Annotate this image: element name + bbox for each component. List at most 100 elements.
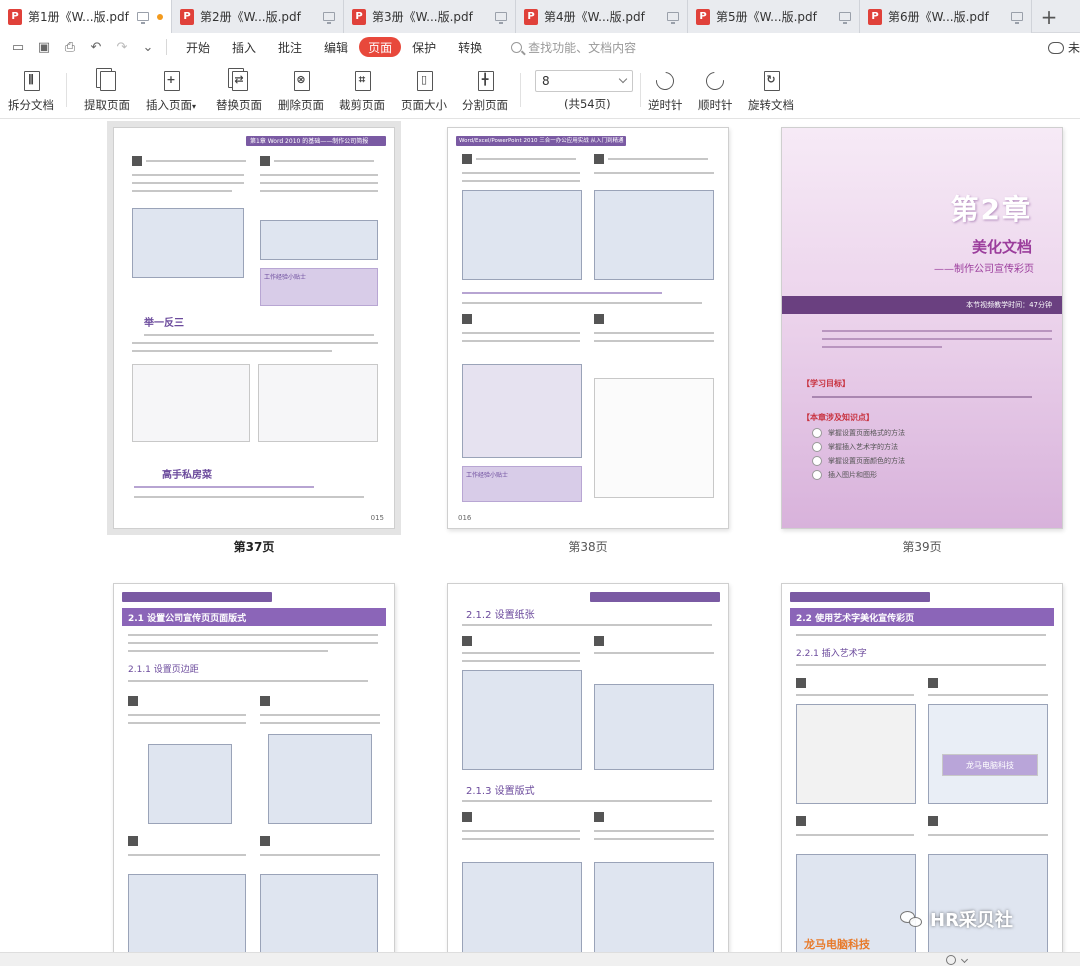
tab-file-6[interactable]: P 第6册《W...版.pdf [860, 0, 1032, 33]
page-thumbnail-39[interactable]: 第2章 美化文档 ——制作公司宣传彩页 本节视频教学时间：47分钟 【学习目标】… [781, 127, 1063, 529]
menu-insert[interactable]: 插入 [221, 37, 267, 57]
rotate-clockwise-button[interactable]: 顺时针 [698, 61, 733, 119]
monitor-icon[interactable] [839, 12, 851, 24]
rotate-counterclockwise-label: 逆时针 [648, 98, 683, 112]
menu-protect[interactable]: 保护 [401, 37, 447, 57]
menu-convert[interactable]: 转换 [447, 37, 493, 57]
private-title: 高手私房菜 [162, 470, 212, 481]
page-number-combobox[interactable]: 8 [535, 70, 633, 92]
extract-page-icon [96, 68, 118, 93]
page-header [590, 592, 720, 602]
tab-file-2[interactable]: P 第2册《W...版.pdf [172, 0, 344, 33]
tab-file-1[interactable]: P 第1册《W...版.pdf [0, 0, 172, 33]
screenshot-image [462, 670, 582, 770]
ribbon-separator [66, 73, 67, 107]
menu-page[interactable]: 页面 [359, 37, 402, 57]
delete-page-button[interactable]: ⊗ 删除页面 [278, 61, 324, 119]
subsection-title: 2.1.2 设置纸张 [466, 610, 535, 621]
page-thumbnail-42[interactable]: 2.2 使用艺术字美化宣传彩页 2.2.1 插入艺术字 龙马电脑科技 龙马电脑科… [781, 583, 1063, 952]
monitor-icon[interactable] [323, 12, 335, 24]
pdf-file-icon: P [524, 8, 538, 25]
undo-icon[interactable]: ↶ [88, 39, 104, 55]
cloud-sync-button[interactable]: 未 [1047, 39, 1080, 56]
knowledge-point: 掌握设置页面颜色的方法 [812, 456, 905, 466]
tab-label: 第2册《W...版.pdf [200, 10, 301, 24]
page-header: 第1章 Word 2010 的基础——制作公司简报 [246, 136, 386, 146]
eye-protection-icon[interactable] [946, 955, 956, 965]
page-thumbnail-38[interactable]: Word/Excel/PowerPoint 2010 三合一办公应用实战 从入门… [447, 127, 729, 529]
screenshot-image [594, 190, 714, 280]
chapter-intro [822, 328, 1052, 350]
monitor-icon[interactable] [1011, 12, 1023, 24]
watermark: HR采贝社 [900, 906, 1013, 932]
extract-page-label: 提取页面 [84, 98, 130, 112]
rotate-counterclockwise-button[interactable]: 逆时针 [648, 61, 683, 119]
chevron-down-icon[interactable] [960, 955, 969, 964]
rotate-document-button[interactable]: ↻ 旋转文档 [748, 61, 794, 119]
page-header: Word/Excel/PowerPoint 2010 三合一办公应用实战 从入门… [456, 136, 626, 146]
tip-box: 工作经验小贴士 [462, 466, 582, 502]
screenshot-image [148, 744, 232, 824]
feature-search[interactable]: 查找功能、文档内容 [511, 39, 636, 56]
divide-page-button[interactable]: ╋ 分割页面 [462, 61, 508, 119]
wechat-icon [900, 909, 924, 929]
wordart-gallery [796, 704, 916, 804]
quick-access-dropdown-icon[interactable]: ⌄ [140, 39, 156, 55]
tip-box: 工作经验小贴士 [260, 268, 378, 306]
step-number [796, 816, 806, 826]
example-image [132, 364, 250, 442]
ribbon-separator [640, 73, 641, 107]
insert-page-label: 插入页面▾ [146, 98, 197, 112]
replace-page-icon: ⇄ [228, 68, 250, 93]
page-size-button[interactable]: ▯ 页面大小 [401, 61, 447, 119]
menu-comment[interactable]: 批注 [267, 37, 313, 57]
pdf-file-icon: P [868, 8, 882, 25]
crop-page-button[interactable]: ⌗ 裁剪页面 [339, 61, 385, 119]
step-number [128, 696, 138, 706]
replace-page-label: 替换页面 [216, 98, 262, 112]
monitor-icon[interactable] [667, 12, 679, 24]
step-number [928, 678, 938, 688]
page-number-value: 8 [542, 74, 550, 88]
split-document-label: 拆分文档 [8, 98, 54, 112]
redo-icon[interactable]: ↷ [114, 39, 130, 55]
knowledge-point: 插入图片和图形 [812, 470, 877, 480]
monitor-icon[interactable] [137, 12, 149, 24]
step-number [594, 314, 604, 324]
screenshot-image [132, 208, 244, 278]
search-placeholder: 查找功能、文档内容 [528, 40, 637, 55]
subsection-title: 2.1.1 设置页边距 [128, 665, 199, 675]
save-icon[interactable]: ▣ [36, 39, 52, 55]
menu-home[interactable]: 开始 [175, 37, 221, 57]
page-number: 016 [458, 514, 472, 522]
monitor-icon[interactable] [495, 12, 507, 24]
page-thumbnail-area[interactable]: 第1章 Word 2010 的基础——制作公司简报 工作经验小贴士 举一反三 高… [0, 119, 1080, 952]
page-caption: 第38页 [568, 540, 608, 554]
page-ribbon: ⫼ 拆分文档 提取页面 + 插入页面▾ ⇄ 替换页面 ⊗ 删除页面 ⌗ 裁剪页面 [0, 61, 1080, 119]
open-folder-icon[interactable]: ▭ [10, 39, 26, 55]
page-total-count: (共54页) [564, 97, 611, 111]
replace-page-button[interactable]: ⇄ 替换页面 [216, 61, 262, 119]
divide-page-label: 分割页面 [462, 98, 508, 112]
step-number [132, 156, 142, 166]
chapter-subtitle: ——制作公司宣传彩页 [934, 264, 1034, 275]
tab-file-5[interactable]: P 第5册《W...版.pdf [688, 0, 860, 33]
insert-page-button[interactable]: + 插入页面▾ [146, 61, 196, 119]
tab-file-3[interactable]: P 第3册《W...版.pdf [344, 0, 516, 33]
page-thumbnail-41[interactable]: 2.1.2 设置纸张 2.1.3 设置版式 [447, 583, 729, 952]
split-document-button[interactable]: ⫼ 拆分文档 [8, 61, 54, 119]
menu-edit[interactable]: 编辑 [313, 37, 359, 57]
tab-file-4[interactable]: P 第4册《W...版.pdf [516, 0, 688, 33]
print-icon[interactable]: ⎙ [62, 39, 78, 55]
extract-page-button[interactable]: 提取页面 [84, 61, 130, 119]
new-tab-button[interactable]: + [1032, 0, 1066, 33]
rotate-document-label: 旋转文档 [748, 98, 794, 112]
screenshot-image [594, 684, 714, 770]
tab-label: 第4册《W...版.pdf [544, 10, 645, 24]
chevron-down-icon[interactable] [618, 74, 628, 84]
page-thumbnail-40[interactable]: 2.1 设置公司宣传页页面版式 2.1.1 设置页边距 [113, 583, 395, 952]
learning-goals-heading: 【学习目标】 [802, 379, 850, 388]
chapter-number: 第2章 [950, 193, 1032, 226]
cloud-icon [1047, 41, 1064, 54]
page-thumbnail-37[interactable]: 第1章 Word 2010 的基础——制作公司简报 工作经验小贴士 举一反三 高… [113, 127, 395, 529]
